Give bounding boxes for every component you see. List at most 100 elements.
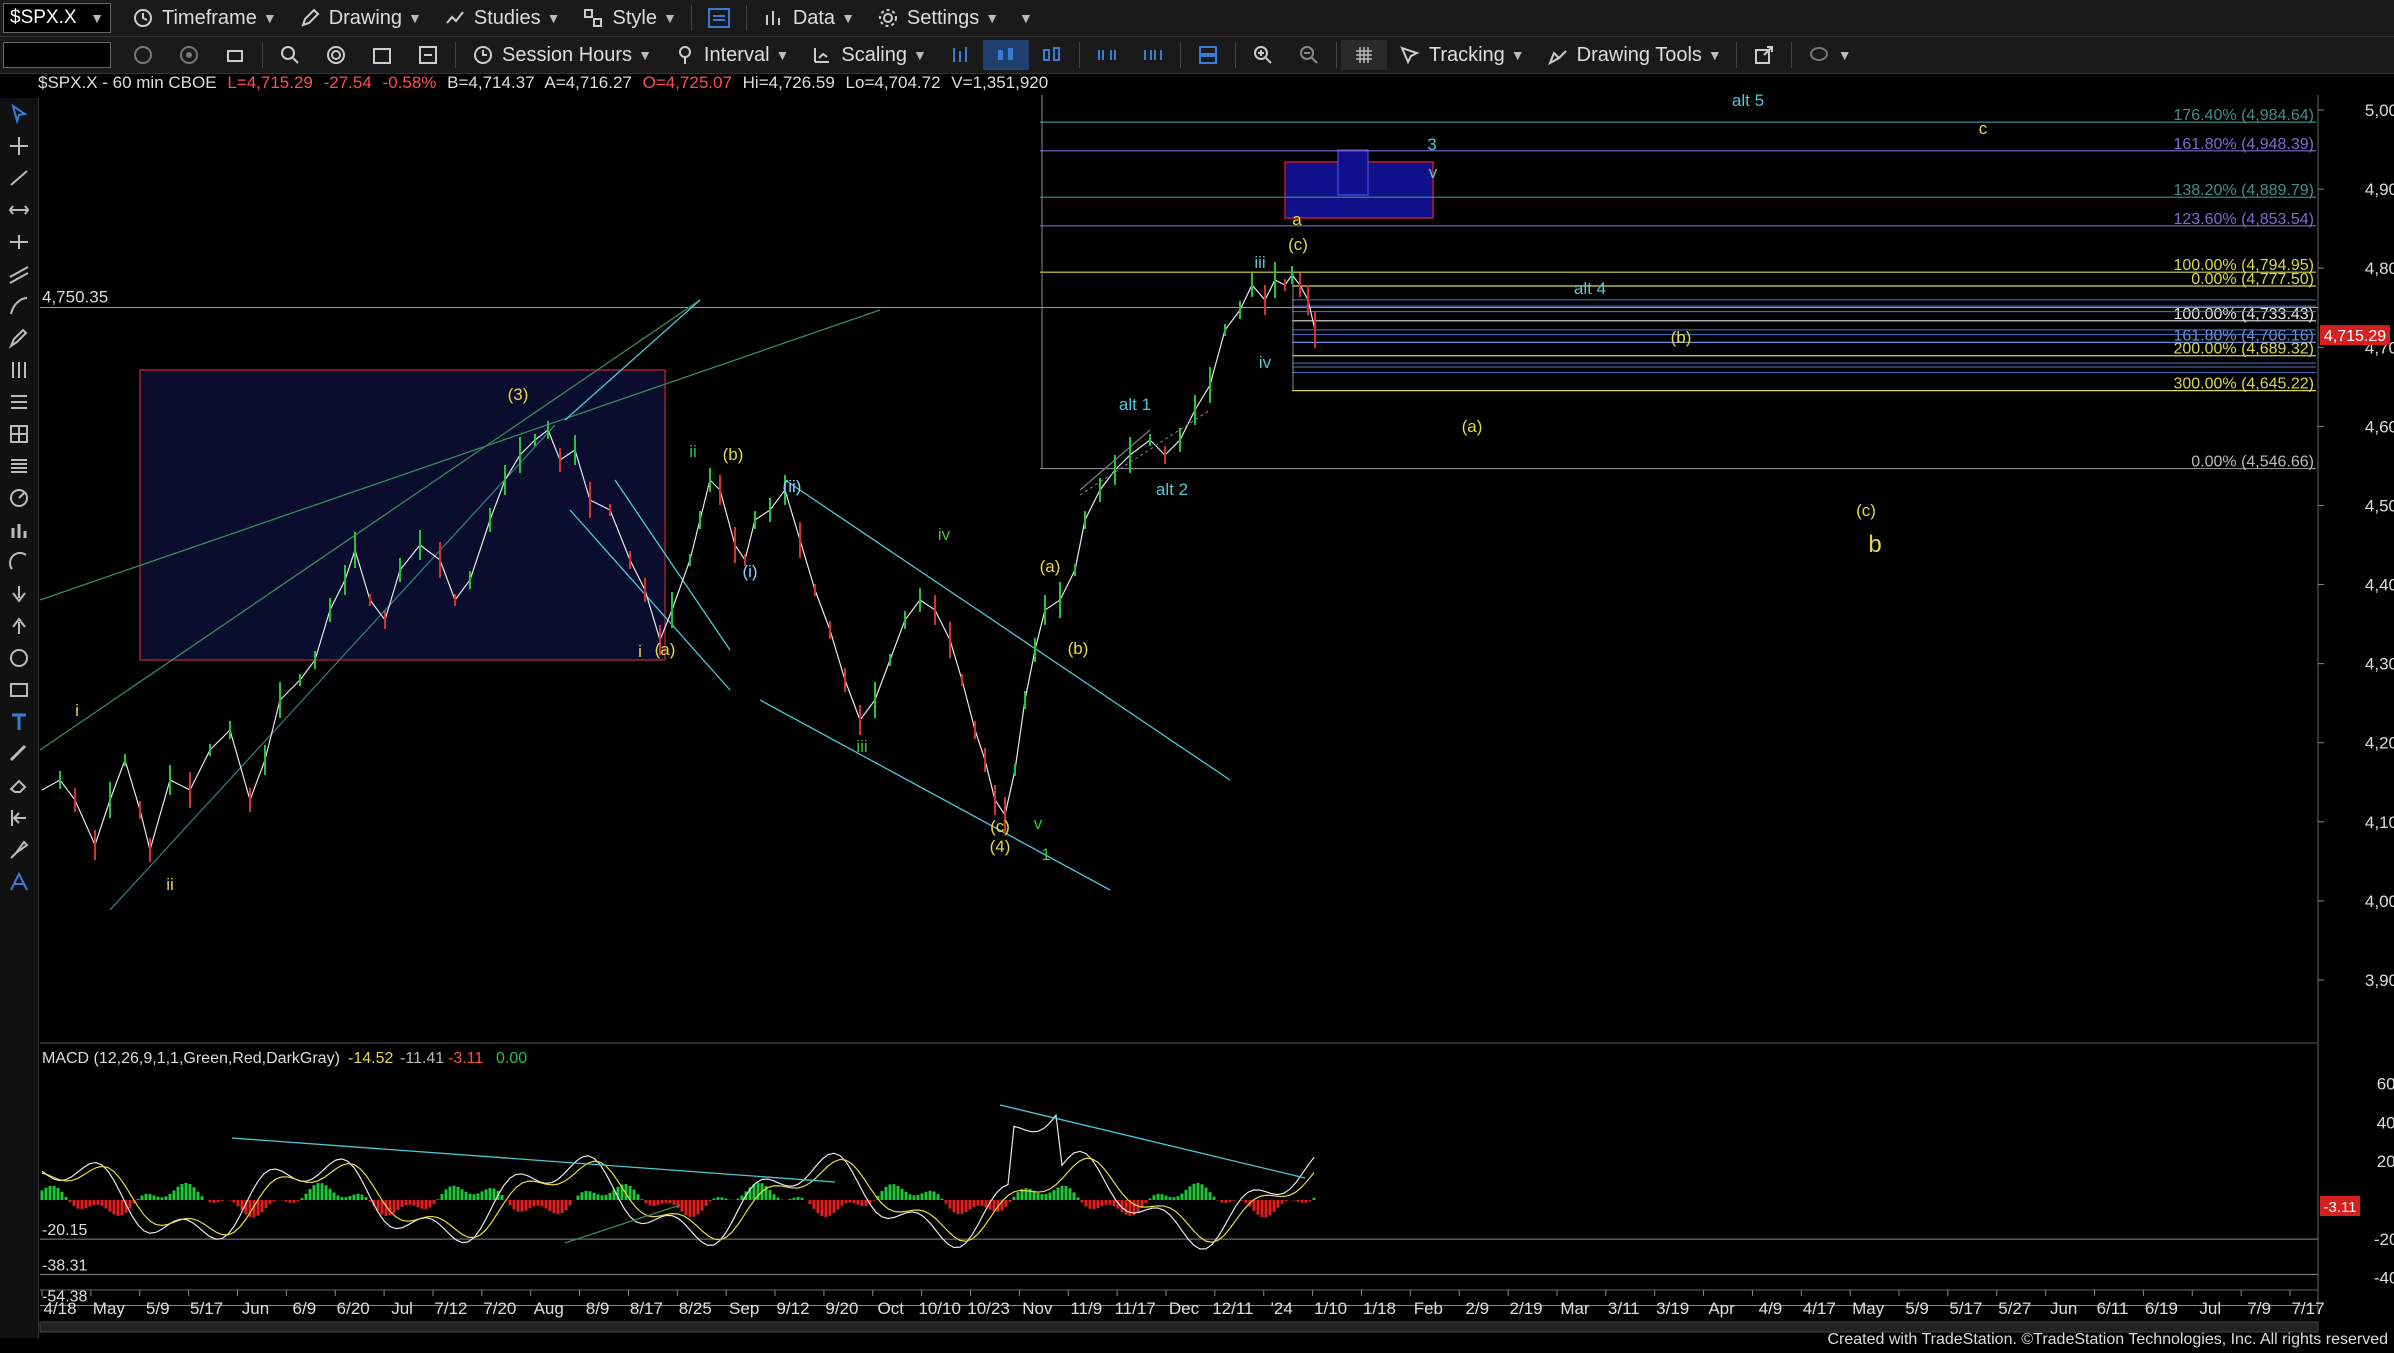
layout-button[interactable] xyxy=(1185,40,1231,70)
status-title: $SPX.X - 60 min CBOE xyxy=(38,73,217,92)
link-button[interactable] xyxy=(696,3,742,33)
studies-icon xyxy=(442,5,468,31)
channel-line xyxy=(784,479,1231,781)
pointer-tool[interactable] xyxy=(0,98,38,130)
status-open: O=4,725.07 xyxy=(642,73,732,92)
studies-label: Studies xyxy=(473,6,541,29)
date-tick-label: May xyxy=(1852,1299,1885,1318)
macd-tag-label: -3.11 xyxy=(2323,1199,2356,1216)
grid-button[interactable] xyxy=(1340,40,1387,70)
alert-button[interactable] xyxy=(267,40,313,70)
ellipse-tool[interactable] xyxy=(0,642,38,674)
horizontal-line-icon xyxy=(10,235,28,249)
tracking-menu[interactable]: Tracking ▼ xyxy=(1387,40,1535,70)
ray-tool[interactable] xyxy=(0,194,38,226)
drawing-tools-label: Drawing Tools xyxy=(1576,43,1702,66)
price-chart[interactable]: 5,000.004,900.004,800.004,700.004,600.00… xyxy=(0,0,2394,1353)
date-tick-label: 7/12 xyxy=(434,1299,467,1318)
radar-button[interactable] xyxy=(313,40,359,70)
price-tick-label: 4,000.00 xyxy=(2365,892,2394,911)
interval-box[interactable] xyxy=(3,42,111,68)
bar-type-1[interactable] xyxy=(937,40,983,70)
macd-title: MACD (12,26,9,1,1,Green,Red,DarkGray) xyxy=(42,1050,340,1067)
arc-tool[interactable] xyxy=(0,546,38,578)
timeframe-label: Timeframe xyxy=(162,6,257,29)
chat-button[interactable]: ▼ xyxy=(1796,40,1862,70)
ruler-tool[interactable] xyxy=(0,738,38,770)
tracking-icon xyxy=(1397,42,1423,68)
price-tick-label: 4,600.00 xyxy=(2365,417,2394,436)
separator xyxy=(1078,42,1080,68)
goto-start-tool[interactable] xyxy=(0,802,38,834)
interval-menu[interactable]: Interval ▼ xyxy=(662,40,799,70)
macd-axis-label: 60.00 xyxy=(2377,1075,2394,1094)
current-price-label: 4,715.29 xyxy=(2324,328,2386,345)
crosshair-icon xyxy=(10,137,28,155)
arrow-up-tool[interactable] xyxy=(0,610,38,642)
crosshair-tool[interactable] xyxy=(0,130,38,162)
scaling-menu[interactable]: Scaling ▼ xyxy=(799,40,936,70)
arrow-down-tool[interactable] xyxy=(0,578,38,610)
scaling-label: Scaling xyxy=(841,43,907,66)
refresh-icon xyxy=(176,42,202,68)
compress-button[interactable] xyxy=(1084,40,1130,70)
zoom-out-button-2[interactable] xyxy=(1286,40,1332,70)
date-tick-label: 1/18 xyxy=(1363,1299,1396,1318)
wave-label: 3 xyxy=(1427,135,1436,154)
drawing-menu[interactable]: Drawing ▼ xyxy=(287,3,432,33)
drawing-tools-menu[interactable]: Drawing Tools ▼ xyxy=(1535,40,1732,70)
wave-label: (a) xyxy=(1040,557,1061,576)
pen-tool[interactable] xyxy=(0,322,38,354)
vbars-tool[interactable] xyxy=(0,354,38,386)
settings-menu[interactable]: Settings ▼ xyxy=(865,3,1009,33)
export-button[interactable] xyxy=(1741,40,1787,70)
separator xyxy=(262,42,263,68)
data-menu[interactable]: Data ▼ xyxy=(751,3,865,33)
chevron-down-icon: ▼ xyxy=(841,10,855,26)
price-tick-label: 4,800.00 xyxy=(2365,259,2394,278)
hline-tool[interactable] xyxy=(0,226,38,258)
zoom-out-button[interactable] xyxy=(120,40,166,70)
horizontal-line-label: 4,750.35 xyxy=(42,287,108,306)
bar-type-3[interactable] xyxy=(1029,40,1075,70)
fib-label: 0.00% (4,546.66) xyxy=(2191,454,2314,471)
text-tool[interactable] xyxy=(0,706,38,738)
date-tick-label: Feb xyxy=(1414,1299,1443,1318)
grid-tool[interactable] xyxy=(0,418,38,450)
gann-tool[interactable] xyxy=(0,482,38,514)
trendline-tool[interactable] xyxy=(0,162,38,194)
timeframe-menu[interactable]: Timeframe ▼ xyxy=(120,3,287,33)
status-vol: V=1,351,920 xyxy=(951,73,1049,92)
zoom-in-button[interactable] xyxy=(1240,40,1286,70)
chevron-down-icon: ▼ xyxy=(408,10,422,26)
rectangle-icon xyxy=(10,683,28,697)
style-menu[interactable]: Style ▼ xyxy=(570,3,686,33)
status-ask: A=4,716.27 xyxy=(544,73,632,92)
font-tool[interactable] xyxy=(0,866,38,898)
vertical-bars-icon xyxy=(12,362,26,378)
eraser-tool[interactable] xyxy=(0,770,38,802)
hbars-tool[interactable] xyxy=(0,386,38,418)
ray-icon xyxy=(8,205,30,215)
fib-tool[interactable] xyxy=(0,290,38,322)
symbol-box[interactable]: $SPX.X ▼ xyxy=(3,3,111,33)
more-menu[interactable]: ▼ xyxy=(1009,3,1043,33)
session-hours-menu[interactable]: Session Hours ▼ xyxy=(460,40,662,70)
calendar-button[interactable] xyxy=(359,40,405,70)
refresh-button[interactable] xyxy=(166,40,212,70)
style-icon xyxy=(580,5,606,31)
order-button[interactable] xyxy=(405,40,451,70)
expand-button[interactable] xyxy=(1130,40,1176,70)
channel-tool[interactable] xyxy=(0,258,38,290)
status-bid: B=4,714.37 xyxy=(447,73,535,92)
wave-label: a xyxy=(1292,210,1302,229)
bar-type-2[interactable] xyxy=(982,40,1029,70)
studies-menu[interactable]: Studies ▼ xyxy=(432,3,571,33)
print-button[interactable] xyxy=(212,40,258,70)
rectangle-tool[interactable] xyxy=(0,674,38,706)
date-tick-label: Sep xyxy=(729,1299,759,1318)
wave-label: (a) xyxy=(655,640,676,659)
brush-tool[interactable] xyxy=(0,834,38,866)
lines-tool[interactable] xyxy=(0,450,38,482)
bars-tool[interactable] xyxy=(0,514,38,546)
